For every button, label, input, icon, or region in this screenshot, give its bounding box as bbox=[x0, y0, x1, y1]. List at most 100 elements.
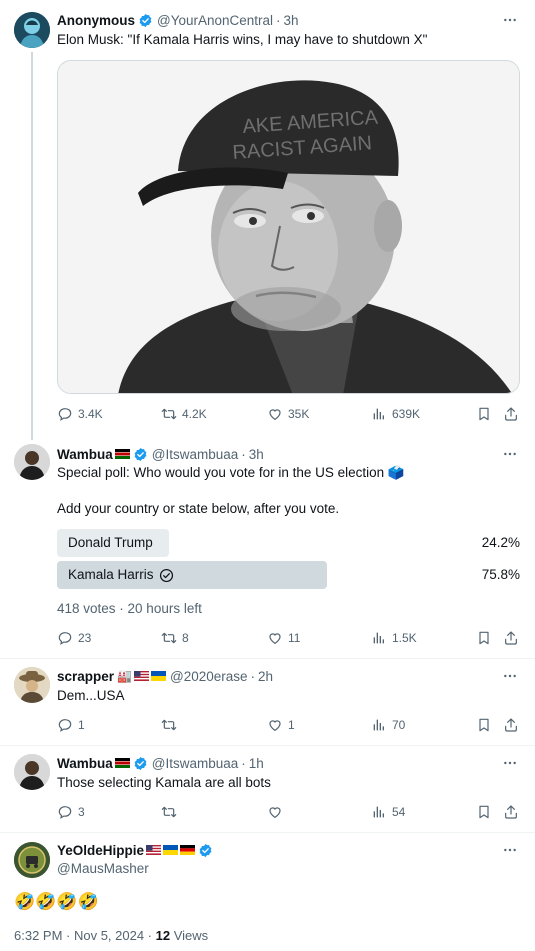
bookmark-button[interactable] bbox=[476, 628, 497, 648]
tweet-text: 🤣🤣🤣🤣 bbox=[14, 892, 99, 911]
more-options-button[interactable] bbox=[501, 755, 519, 771]
more-icon bbox=[502, 668, 518, 684]
avatar[interactable] bbox=[14, 12, 50, 48]
display-name[interactable]: YeOldeHippie bbox=[57, 843, 144, 858]
reply-button[interactable]: 3 bbox=[57, 802, 85, 822]
avatar[interactable] bbox=[14, 842, 50, 878]
timestamp[interactable]: 3h bbox=[284, 13, 299, 28]
bookmark-icon bbox=[476, 804, 492, 820]
views-count: 70 bbox=[392, 718, 406, 732]
tweet-text: Dem...USA bbox=[57, 688, 125, 703]
tweet-1[interactable]: Anonymous @YourAnonCentral · 3h Elon Mus… bbox=[0, 0, 535, 440]
bookmark-button[interactable] bbox=[476, 715, 497, 735]
user-handle[interactable]: @YourAnonCentral bbox=[157, 13, 273, 28]
tweet-datetime[interactable]: 6:32 PM · Nov 5, 2024 · bbox=[14, 928, 156, 943]
reply-button[interactable]: 3.4K bbox=[57, 404, 103, 424]
timestamp[interactable]: 3h bbox=[249, 447, 264, 462]
more-options-button[interactable] bbox=[501, 668, 519, 684]
bookmark-button[interactable] bbox=[476, 404, 497, 424]
poll-option-harris[interactable]: Kamala Harris 75.8% bbox=[57, 561, 520, 589]
avatar[interactable] bbox=[14, 667, 50, 703]
views-button[interactable]: 639K bbox=[371, 404, 420, 424]
poll-option-label: Kamala Harris bbox=[68, 567, 154, 582]
kenya-flag-icon bbox=[115, 758, 130, 768]
tweet-4[interactable]: Wambua @Itswambuaa · 1h Those selecting … bbox=[0, 746, 535, 832]
timestamp[interactable]: 2h bbox=[258, 669, 273, 684]
repost-button[interactable] bbox=[161, 802, 182, 822]
reply-count: 3 bbox=[78, 805, 85, 819]
repost-button[interactable]: 4.2K bbox=[161, 404, 207, 424]
reply-button[interactable]: 23 bbox=[57, 628, 91, 648]
views-icon bbox=[371, 717, 387, 733]
anonymous-hacker-icon bbox=[14, 12, 50, 48]
share-button[interactable] bbox=[503, 628, 524, 648]
share-icon bbox=[503, 406, 519, 422]
avatar[interactable] bbox=[14, 754, 50, 790]
us-flag-icon bbox=[134, 671, 149, 681]
separator-dot: · bbox=[276, 12, 281, 28]
tweet-image[interactable]: AKE AMERICA RACIST AGAIN bbox=[57, 60, 520, 394]
reply-icon bbox=[57, 717, 73, 733]
reply-count: 23 bbox=[78, 631, 92, 645]
user-handle[interactable]: @2020erase bbox=[170, 669, 248, 684]
tweet-actions: 1 1 70 bbox=[57, 715, 519, 735]
tweet-text: Those selecting Kamala are all bots bbox=[57, 775, 271, 790]
check-circle-icon bbox=[159, 568, 173, 582]
views-button[interactable]: 54 bbox=[371, 802, 405, 822]
tweet-2[interactable]: Wambua @Itswambuaa · 3h Special poll: Wh… bbox=[0, 436, 535, 658]
share-icon bbox=[503, 630, 519, 646]
poll-option-percent: 75.8% bbox=[481, 567, 520, 582]
bookmark-button[interactable] bbox=[476, 802, 497, 822]
like-button[interactable]: 35K bbox=[267, 404, 309, 424]
tweet-header: Anonymous @YourAnonCentral · 3h bbox=[57, 10, 299, 30]
tweet-header: YeOldeHippie bbox=[57, 840, 213, 860]
tweet-actions: 3 54 bbox=[57, 802, 519, 822]
share-button[interactable] bbox=[503, 715, 524, 735]
poll-option-label-wrap: Kamala Harris bbox=[68, 561, 174, 589]
factory-emoji-icon: 🏭 bbox=[117, 669, 132, 683]
repost-count: 4.2K bbox=[182, 407, 207, 421]
repost-count: 8 bbox=[182, 631, 189, 645]
more-options-button[interactable] bbox=[501, 12, 519, 28]
display-name[interactable]: Wambua bbox=[57, 756, 113, 771]
germany-flag-icon bbox=[180, 845, 195, 855]
user-handle[interactable]: @Itswambuaa bbox=[152, 447, 239, 462]
more-options-button[interactable] bbox=[501, 842, 519, 858]
like-button[interactable] bbox=[267, 802, 288, 822]
us-flag-icon bbox=[146, 845, 161, 855]
like-icon bbox=[267, 406, 283, 422]
views-label: Views bbox=[170, 928, 209, 943]
person-avatar-icon bbox=[14, 754, 50, 790]
reply-count: 1 bbox=[78, 718, 85, 732]
timestamp[interactable]: 1h bbox=[249, 756, 264, 771]
handle-row: @MausMasher bbox=[57, 858, 149, 878]
views-button[interactable]: 70 bbox=[371, 715, 405, 735]
kenya-flag-icon bbox=[115, 449, 130, 459]
views-button[interactable]: 1.5K bbox=[371, 628, 417, 648]
repost-button[interactable]: 8 bbox=[161, 628, 189, 648]
views-icon bbox=[371, 630, 387, 646]
like-button[interactable]: 11 bbox=[267, 628, 300, 648]
display-name[interactable]: scrapper bbox=[57, 669, 114, 684]
views-count: 12 bbox=[155, 928, 171, 943]
repost-button[interactable] bbox=[161, 715, 182, 735]
share-button[interactable] bbox=[503, 404, 524, 424]
reply-icon bbox=[57, 406, 73, 422]
display-name[interactable]: Anonymous bbox=[57, 13, 135, 28]
reply-button[interactable]: 1 bbox=[57, 715, 85, 735]
display-name[interactable]: Wambua bbox=[57, 447, 113, 462]
repost-icon bbox=[161, 717, 177, 733]
tweet-header: Wambua @Itswambuaa · 3h bbox=[57, 444, 264, 464]
user-handle[interactable]: @Itswambuaa bbox=[152, 756, 239, 771]
like-icon bbox=[267, 804, 283, 820]
reply-icon bbox=[57, 630, 73, 646]
more-options-button[interactable] bbox=[501, 446, 519, 462]
user-handle[interactable]: @MausMasher bbox=[57, 861, 149, 876]
like-button[interactable]: 1 bbox=[267, 715, 295, 735]
reply-icon bbox=[57, 804, 73, 820]
tweet-5[interactable]: YeOldeHippie @MausMasher 🤣🤣🤣🤣 6:32 PM · … bbox=[0, 833, 535, 951]
share-button[interactable] bbox=[503, 802, 524, 822]
tweet-3[interactable]: scrapper 🏭 @2020erase · 2h Dem...USA 1 1… bbox=[0, 659, 535, 745]
avatar[interactable] bbox=[14, 444, 50, 480]
poll-option-trump[interactable]: Donald Trump 24.2% bbox=[57, 529, 520, 557]
